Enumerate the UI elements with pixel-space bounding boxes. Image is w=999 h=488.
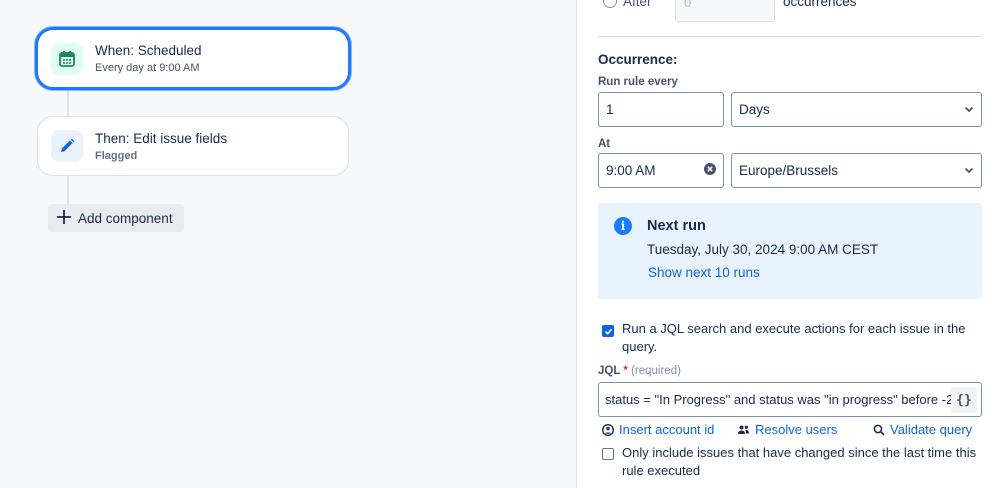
action-card[interactable]: Then: Edit issue fields Flagged: [37, 116, 349, 176]
interval-unit-select[interactable]: Days: [731, 92, 982, 127]
calendar-icon: [51, 42, 83, 75]
show-next-runs-link[interactable]: Show next 10 runs: [648, 265, 760, 280]
jql-search-label: Run a JQL search and execute actions for…: [622, 321, 966, 354]
jql-label: JQL * (required): [598, 365, 681, 377]
next-run-info-box: i Next run Tuesday, July 30, 2024 9:00 A…: [598, 203, 982, 299]
jql-search-checkbox[interactable]: [602, 325, 614, 337]
trigger-card[interactable]: When: Scheduled Every day at 9:00 AM: [35, 27, 351, 90]
connector-line: [67, 176, 69, 204]
occurrences-suffix: occurrences: [783, 0, 857, 9]
after-radio[interactable]: [603, 0, 617, 8]
changed-issues-label: Only include issues that have changed si…: [622, 445, 977, 478]
occurrences-input[interactable]: 0: [675, 0, 775, 22]
divider: [598, 36, 981, 37]
timezone-value: Europe/Brussels: [739, 163, 839, 178]
validate-query-link[interactable]: Validate query: [873, 422, 972, 437]
add-component-button[interactable]: Add component: [48, 204, 184, 232]
people-icon: [738, 425, 749, 434]
plus-icon: [56, 209, 72, 228]
time-input[interactable]: 9:00 AM: [598, 153, 724, 188]
search-icon: [873, 424, 885, 436]
action-subtitle: Flagged: [95, 149, 138, 162]
timezone-select[interactable]: Europe/Brussels: [731, 153, 982, 188]
insert-account-id-link[interactable]: Insert account id: [602, 422, 714, 437]
info-icon: i: [614, 217, 632, 235]
trigger-title: When: Scheduled: [95, 43, 202, 58]
chevron-down-icon: [964, 102, 974, 117]
user-circle-icon: [602, 423, 614, 436]
pencil-icon: [51, 130, 83, 162]
smart-values-button[interactable]: {}: [951, 387, 977, 413]
configuration-panel: After 0 occurrences Occurrence: Run rule…: [576, 0, 999, 488]
trigger-subtitle: Every day at 9:00 AM: [95, 62, 200, 74]
run-rule-every-input[interactable]: 1: [598, 92, 724, 127]
at-label: At: [598, 138, 611, 150]
run-rule-every-label: Run rule every: [598, 76, 678, 88]
interval-unit-value: Days: [739, 102, 770, 117]
rule-canvas: When: Scheduled Every day at 9:00 AM The…: [0, 0, 576, 488]
jql-value: status = "In Progress" and status was "i…: [605, 392, 954, 407]
next-run-title: Next run: [647, 218, 706, 234]
after-radio-label: After: [623, 0, 652, 9]
time-value: 9:00 AM: [606, 163, 656, 178]
chevron-down-icon: [964, 163, 974, 178]
changed-issues-checkbox[interactable]: [602, 448, 614, 460]
connector-line: [67, 90, 69, 118]
next-run-date: Tuesday, July 30, 2024 9:00 AM CEST: [647, 242, 879, 257]
resolve-users-link[interactable]: Resolve users: [737, 422, 837, 437]
jql-input[interactable]: status = "In Progress" and status was "i…: [598, 382, 982, 417]
clear-icon[interactable]: [704, 163, 716, 178]
action-title: Then: Edit issue fields: [95, 130, 228, 146]
occurrence-heading: Occurrence:: [598, 52, 678, 67]
add-component-label: Add component: [78, 210, 173, 226]
